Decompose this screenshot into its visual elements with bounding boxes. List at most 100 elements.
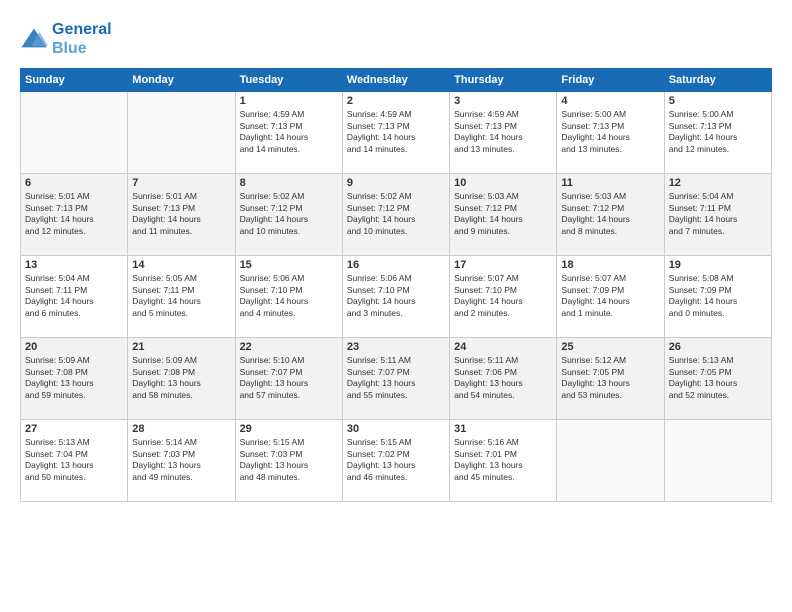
calendar-cell: 22Sunrise: 5:10 AM Sunset: 7:07 PM Dayli… [235, 338, 342, 420]
calendar-cell: 10Sunrise: 5:03 AM Sunset: 7:12 PM Dayli… [450, 174, 557, 256]
day-info: Sunrise: 5:11 AM Sunset: 7:07 PM Dayligh… [347, 355, 445, 401]
day-info: Sunrise: 5:06 AM Sunset: 7:10 PM Dayligh… [240, 273, 338, 319]
day-number: 18 [561, 259, 659, 271]
calendar-cell: 19 Sunrise: 5:08 AM Sunset: 7:09 PM Dayli… [664, 256, 771, 338]
day-info: Sunrise: 5:15 AM Sunset: 7:02 PM Dayligh… [347, 437, 445, 483]
day-info: Sunrise: 5:16 AM Sunset: 7:01 PM Dayligh… [454, 437, 552, 483]
day-info: Sunrise: 5:03 AM Sunset: 7:12 PM Dayligh… [561, 191, 659, 237]
day-number: 11 [561, 177, 659, 189]
calendar-cell: 16 Sunrise: 5:06 AM Sunset: 7:10 PM Dayli… [342, 256, 449, 338]
day-info: Sunrise: 5:08 AM Sunset: 7:09 PM Dayligh… [669, 273, 767, 319]
day-number: 2 [347, 95, 445, 107]
day-number: 28 [132, 423, 230, 435]
day-number: 12 [669, 177, 767, 189]
calendar-cell: 2 Sunrise: 4:59 AM Sunset: 7:13 PM Daylig… [342, 92, 449, 174]
calendar-row-5: 27 Sunrise: 5:13 AM Sunset: 7:04 PM Dayli… [21, 420, 772, 502]
day-number: 9 [347, 177, 445, 189]
day-number: 16 [347, 259, 445, 271]
day-number: 21 [132, 341, 230, 353]
day-info: Sunrise: 5:00 AM Sunset: 7:13 PM Dayligh… [561, 109, 659, 155]
day-number: 7 [132, 177, 230, 189]
day-number: 13 [25, 259, 123, 271]
day-info: Sunrise: 5:15 AM Sunset: 7:03 PM Dayligh… [240, 437, 338, 483]
calendar-cell: 7 Sunrise: 5:01 AM Sunset: 7:13 PM Daylig… [128, 174, 235, 256]
day-number: 14 [132, 259, 230, 271]
day-info: Sunrise: 5:09 AM Sunset: 7:08 PM Dayligh… [25, 355, 123, 401]
weekday-friday: Friday [557, 69, 664, 92]
day-info: Sunrise: 5:05 AM Sunset: 7:11 PM Dayligh… [132, 273, 230, 319]
calendar-cell: 12 Sunrise: 5:04 AM Sunset: 7:11 PM Dayli… [664, 174, 771, 256]
calendar-cell: 25Sunrise: 5:12 AM Sunset: 7:05 PM Dayli… [557, 338, 664, 420]
day-number: 31 [454, 423, 552, 435]
calendar-cell: 26 Sunrise: 5:13 AM Sunset: 7:05 PM Dayli… [664, 338, 771, 420]
day-info: Sunrise: 5:11 AM Sunset: 7:06 PM Dayligh… [454, 355, 552, 401]
header: General Blue [20, 20, 772, 58]
day-info: Sunrise: 4:59 AM Sunset: 7:13 PM Dayligh… [454, 109, 552, 155]
calendar-cell: 17 Sunrise: 5:07 AM Sunset: 7:10 PM Dayli… [450, 256, 557, 338]
calendar-cell: 29 Sunrise: 5:15 AM Sunset: 7:03 PM Dayli… [235, 420, 342, 502]
calendar-cell [128, 92, 235, 174]
calendar-cell: 15Sunrise: 5:06 AM Sunset: 7:10 PM Dayli… [235, 256, 342, 338]
calendar-cell [557, 420, 664, 502]
calendar-row-3: 13 Sunrise: 5:04 AM Sunset: 7:11 PM Dayli… [21, 256, 772, 338]
day-number: 17 [454, 259, 552, 271]
day-info: Sunrise: 5:06 AM Sunset: 7:10 PM Dayligh… [347, 273, 445, 319]
day-info: Sunrise: 5:04 AM Sunset: 7:11 PM Dayligh… [25, 273, 123, 319]
weekday-saturday: Saturday [664, 69, 771, 92]
weekday-monday: Monday [128, 69, 235, 92]
day-info: Sunrise: 5:07 AM Sunset: 7:09 PM Dayligh… [561, 273, 659, 319]
calendar-cell: 24 Sunrise: 5:11 AM Sunset: 7:06 PM Dayli… [450, 338, 557, 420]
calendar-cell: 6 Sunrise: 5:01 AM Sunset: 7:13 PM Daylig… [21, 174, 128, 256]
calendar-cell: 20 Sunrise: 5:09 AM Sunset: 7:08 PM Dayli… [21, 338, 128, 420]
day-info: Sunrise: 5:02 AM Sunset: 7:12 PM Dayligh… [347, 191, 445, 237]
logo: General Blue [20, 20, 112, 58]
day-number: 8 [240, 177, 338, 189]
day-info: Sunrise: 5:04 AM Sunset: 7:11 PM Dayligh… [669, 191, 767, 237]
day-number: 24 [454, 341, 552, 353]
calendar-cell: 8 Sunrise: 5:02 AM Sunset: 7:12 PM Daylig… [235, 174, 342, 256]
day-number: 23 [347, 341, 445, 353]
calendar-cell: 5 Sunrise: 5:00 AM Sunset: 7:13 PM Daylig… [664, 92, 771, 174]
day-info: Sunrise: 5:02 AM Sunset: 7:12 PM Dayligh… [240, 191, 338, 237]
day-number: 4 [561, 95, 659, 107]
day-number: 19 [669, 259, 767, 271]
calendar-cell [21, 92, 128, 174]
day-number: 1 [240, 95, 338, 107]
day-info: Sunrise: 5:09 AM Sunset: 7:08 PM Dayligh… [132, 355, 230, 401]
day-info: Sunrise: 5:07 AM Sunset: 7:10 PM Dayligh… [454, 273, 552, 319]
calendar-cell: 3Sunrise: 4:59 AM Sunset: 7:13 PM Daylig… [450, 92, 557, 174]
calendar-cell: 27 Sunrise: 5:13 AM Sunset: 7:04 PM Dayli… [21, 420, 128, 502]
logo-line2: Blue [52, 39, 112, 58]
calendar-cell: 9 Sunrise: 5:02 AM Sunset: 7:12 PM Daylig… [342, 174, 449, 256]
day-info: Sunrise: 4:59 AM Sunset: 7:13 PM Dayligh… [347, 109, 445, 155]
day-number: 26 [669, 341, 767, 353]
day-info: Sunrise: 5:00 AM Sunset: 7:13 PM Dayligh… [669, 109, 767, 155]
day-info: Sunrise: 5:13 AM Sunset: 7:04 PM Dayligh… [25, 437, 123, 483]
calendar-table: SundayMondayTuesdayWednesdayThursdayFrid… [20, 68, 772, 502]
logo-line1: General [52, 20, 112, 39]
calendar-cell: 28 Sunrise: 5:14 AM Sunset: 7:03 PM Dayli… [128, 420, 235, 502]
weekday-wednesday: Wednesday [342, 69, 449, 92]
day-number: 27 [25, 423, 123, 435]
calendar-cell: 11 Sunrise: 5:03 AM Sunset: 7:12 PM Dayli… [557, 174, 664, 256]
weekday-sunday: Sunday [21, 69, 128, 92]
day-number: 6 [25, 177, 123, 189]
day-info: Sunrise: 5:13 AM Sunset: 7:05 PM Dayligh… [669, 355, 767, 401]
day-number: 29 [240, 423, 338, 435]
day-info: Sunrise: 5:01 AM Sunset: 7:13 PM Dayligh… [25, 191, 123, 237]
day-info: Sunrise: 5:10 AM Sunset: 7:07 PM Dayligh… [240, 355, 338, 401]
calendar-cell: 31 Sunrise: 5:16 AM Sunset: 7:01 PM Dayli… [450, 420, 557, 502]
calendar-cell: 1Sunrise: 4:59 AM Sunset: 7:13 PM Daylig… [235, 92, 342, 174]
calendar-row-1: 1 Sunrise: 4:59 AM Sunset: 7:13 PM Daylig… [21, 92, 772, 174]
calendar-cell: 18 Sunrise: 5:07 AM Sunset: 7:09 PM Dayli… [557, 256, 664, 338]
weekday-tuesday: Tuesday [235, 69, 342, 92]
day-info: Sunrise: 5:14 AM Sunset: 7:03 PM Dayligh… [132, 437, 230, 483]
calendar-cell: 4 Sunrise: 5:00 AM Sunset: 7:13 PM Daylig… [557, 92, 664, 174]
day-number: 5 [669, 95, 767, 107]
calendar-cell [664, 420, 771, 502]
day-number: 25 [561, 341, 659, 353]
calendar-cell: 13 Sunrise: 5:04 AM Sunset: 7:11 PM Dayli… [21, 256, 128, 338]
weekday-thursday: Thursday [450, 69, 557, 92]
day-info: Sunrise: 5:01 AM Sunset: 7:13 PM Dayligh… [132, 191, 230, 237]
day-number: 20 [25, 341, 123, 353]
